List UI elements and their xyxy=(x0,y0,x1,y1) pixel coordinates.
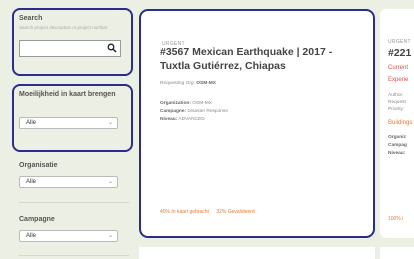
filter-sidebar: Search Search project description or pro… xyxy=(0,0,140,259)
project-card[interactable]: URGENT #3567 Mexican Earthquake | 2017 -… xyxy=(139,9,375,238)
mapped-pct: 100% i xyxy=(388,216,404,222)
requesting-label: Request xyxy=(388,100,406,105)
divider xyxy=(19,202,129,203)
campaign-select[interactable]: Alle ⌄ xyxy=(19,230,118,242)
organization-label: Organization: xyxy=(160,101,191,106)
priority-label: Priority: xyxy=(388,107,405,112)
buildings-label: Buildings xyxy=(388,120,413,126)
campaign-label: Campag xyxy=(388,143,407,148)
requesting-org-label: Requesting Org: xyxy=(160,81,195,86)
mapped-pct: 40% xyxy=(160,209,171,215)
project-card-partial[interactable]: URGENT #221 Current Experie Author: Requ… xyxy=(380,9,414,238)
campaign-select-value: Alle xyxy=(26,233,37,239)
level-value: ADVANCED xyxy=(178,117,205,122)
level-label: Niveau: xyxy=(388,151,406,156)
current-label: Current xyxy=(388,65,409,71)
mapped-progress: 40% In kaart gebracht xyxy=(160,209,209,215)
project-title[interactable]: #221 xyxy=(388,47,411,59)
organisation-select-value: Alle xyxy=(26,179,37,185)
project-card-next-partial[interactable] xyxy=(380,247,414,259)
requesting-org: Requesting Org: OSM-MX xyxy=(160,81,216,86)
organization-label: Organiz xyxy=(388,135,406,140)
author-label: Author: xyxy=(388,93,404,98)
experience-label: Experie xyxy=(388,77,409,83)
project-card-next[interactable] xyxy=(139,247,375,259)
search-highlight-box xyxy=(12,8,133,76)
level-row: Niveau: ADVANCED xyxy=(160,117,205,122)
difficulty-highlight-box xyxy=(12,84,133,152)
chevron-down-icon: ⌄ xyxy=(107,179,113,185)
validated-progress: 32% Gevalideerd xyxy=(216,209,254,215)
divider xyxy=(19,255,129,256)
organisation-select[interactable]: Alle ⌄ xyxy=(19,176,118,188)
project-title[interactable]: #3567 Mexican Earthquake | 2017 - Tuxtla… xyxy=(160,45,365,73)
requesting-org-value: OSM-MX xyxy=(196,81,217,86)
validated-label: Gevalideerd xyxy=(227,209,255,215)
organization-value: OSM-MX xyxy=(192,101,212,106)
campaign-row: Campagne: Disaster Response xyxy=(160,109,228,114)
chevron-down-icon: ⌄ xyxy=(107,233,113,239)
campaign-filter-label: Campagne xyxy=(19,216,55,223)
campaign-value: Disaster Response xyxy=(187,109,228,114)
campaign-label: Campagne: xyxy=(160,109,187,114)
mapped-label: In kaart gebracht xyxy=(171,209,209,215)
level-label: Niveau: xyxy=(160,117,178,122)
organization-row: Organization: OSM-MX xyxy=(160,101,212,106)
urgent-badge: URGENT xyxy=(388,39,411,45)
progress-row: 40% In kaart gebracht 32% Gevalideerd xyxy=(160,209,261,215)
organisation-filter-label: Organisatie xyxy=(19,162,58,169)
validated-pct: 32% xyxy=(216,209,227,215)
